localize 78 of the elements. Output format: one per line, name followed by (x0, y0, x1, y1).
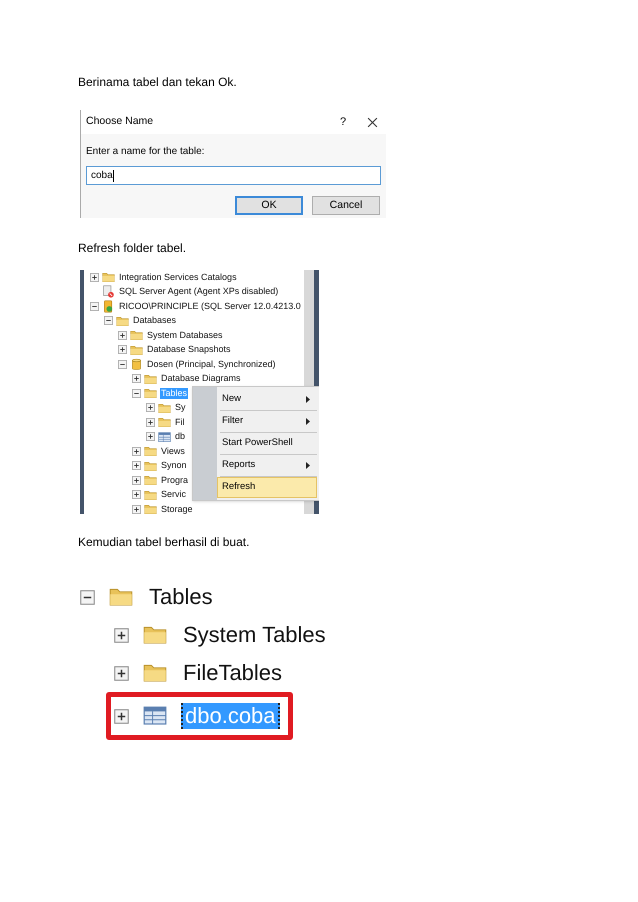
folder-icon (144, 388, 157, 398)
folder-icon (144, 490, 157, 500)
folder-icon (109, 587, 133, 607)
plus-box-icon[interactable] (90, 272, 99, 282)
minus-box-icon[interactable] (80, 590, 95, 604)
tree-item[interactable]: Tables (147, 584, 215, 610)
plus-box-icon[interactable] (132, 490, 141, 500)
folder-icon (143, 625, 167, 645)
folder-icon (143, 663, 167, 683)
plus-box-icon[interactable] (118, 345, 127, 354)
plus-box-icon[interactable] (114, 628, 129, 642)
dialog-button[interactable]: Cancel (312, 196, 380, 215)
menu-item[interactable]: Filter (217, 411, 317, 432)
submenu-arrow-icon (306, 462, 310, 469)
tree-item[interactable]: System Tables (181, 622, 328, 648)
folder-icon (116, 316, 129, 326)
plus-box-icon[interactable] (132, 476, 141, 485)
plus-box-icon[interactable] (132, 504, 141, 514)
folder-icon (102, 272, 115, 282)
tree-item[interactable]: Views (160, 446, 186, 457)
prompt-label: Enter a name for the table: (86, 145, 206, 159)
minus-box-icon[interactable] (104, 316, 113, 326)
menu-item[interactable]: New (217, 389, 317, 410)
menu-item[interactable]: Reports (217, 455, 317, 476)
tree-item[interactable]: Fil (174, 416, 186, 428)
close-icon[interactable] (367, 116, 378, 128)
folder-icon (158, 402, 171, 413)
database-icon (130, 358, 143, 371)
minus-box-icon[interactable] (132, 388, 141, 398)
folder-icon (144, 460, 157, 471)
name-input[interactable]: coba (86, 166, 381, 185)
folder-icon (144, 475, 157, 486)
caption: Kemudian tabel berhasil di buat. (78, 534, 250, 550)
caption: Refresh folder tabel. (78, 240, 188, 256)
tree-item[interactable]: Servic (160, 489, 188, 500)
table-icon (143, 706, 167, 726)
tree-item[interactable]: SQL Server Agent (Agent XPs disabled) (118, 286, 280, 298)
tree-item[interactable]: Database Diagrams (160, 373, 242, 384)
window-title: Choose Name (86, 114, 154, 130)
table-icon (158, 432, 171, 442)
help-button[interactable]: ? (335, 114, 351, 130)
folder-icon (144, 504, 157, 514)
tree-item[interactable]: Sy (174, 402, 187, 414)
agent-icon (102, 285, 115, 298)
submenu-arrow-icon (306, 418, 310, 425)
server-icon (102, 300, 115, 313)
submenu-arrow-icon (306, 396, 310, 403)
folder-icon (130, 330, 143, 340)
menu-item[interactable]: Start PowerShell (217, 433, 317, 454)
plus-box-icon[interactable] (118, 330, 127, 340)
tree-item[interactable]: Synon (160, 460, 188, 472)
tree-item[interactable]: Databases (132, 315, 178, 326)
plus-box-icon[interactable] (114, 666, 129, 680)
folder-icon (158, 417, 171, 428)
plus-box-icon[interactable] (146, 403, 155, 412)
folder-icon (144, 374, 157, 384)
tree-item[interactable]: RICOO\PRINCIPLE (SQL Server 12.0.4213.0 (118, 300, 302, 312)
caption: Berinama tabel dan tekan Ok. (78, 74, 238, 90)
tree-item[interactable]: Dosen (Principal, Synchronized) (146, 358, 277, 370)
plus-box-icon[interactable] (146, 432, 155, 442)
tree-item[interactable]: Progra (160, 474, 190, 486)
dialog-button[interactable]: OK (235, 196, 303, 215)
tree-item[interactable]: db (174, 431, 186, 442)
menu-item[interactable]: Refresh (217, 477, 317, 498)
plus-box-icon[interactable] (114, 708, 129, 724)
folder-icon (130, 344, 143, 355)
minus-box-icon[interactable] (90, 302, 99, 311)
minus-box-icon[interactable] (118, 360, 127, 369)
folder-icon (144, 446, 157, 456)
plus-box-icon[interactable] (132, 374, 141, 384)
plus-box-icon[interactable] (132, 446, 141, 456)
tree-item[interactable]: System Databases (146, 330, 224, 341)
tree-item[interactable]: Storage (160, 504, 194, 514)
tree-item[interactable]: Integration Services Catalogs (118, 272, 238, 283)
plus-box-icon[interactable] (146, 418, 155, 427)
tree-item[interactable]: Database Snapshots (146, 344, 232, 356)
plus-box-icon[interactable] (132, 461, 141, 470)
tree-item[interactable]: FileTables (181, 660, 284, 686)
